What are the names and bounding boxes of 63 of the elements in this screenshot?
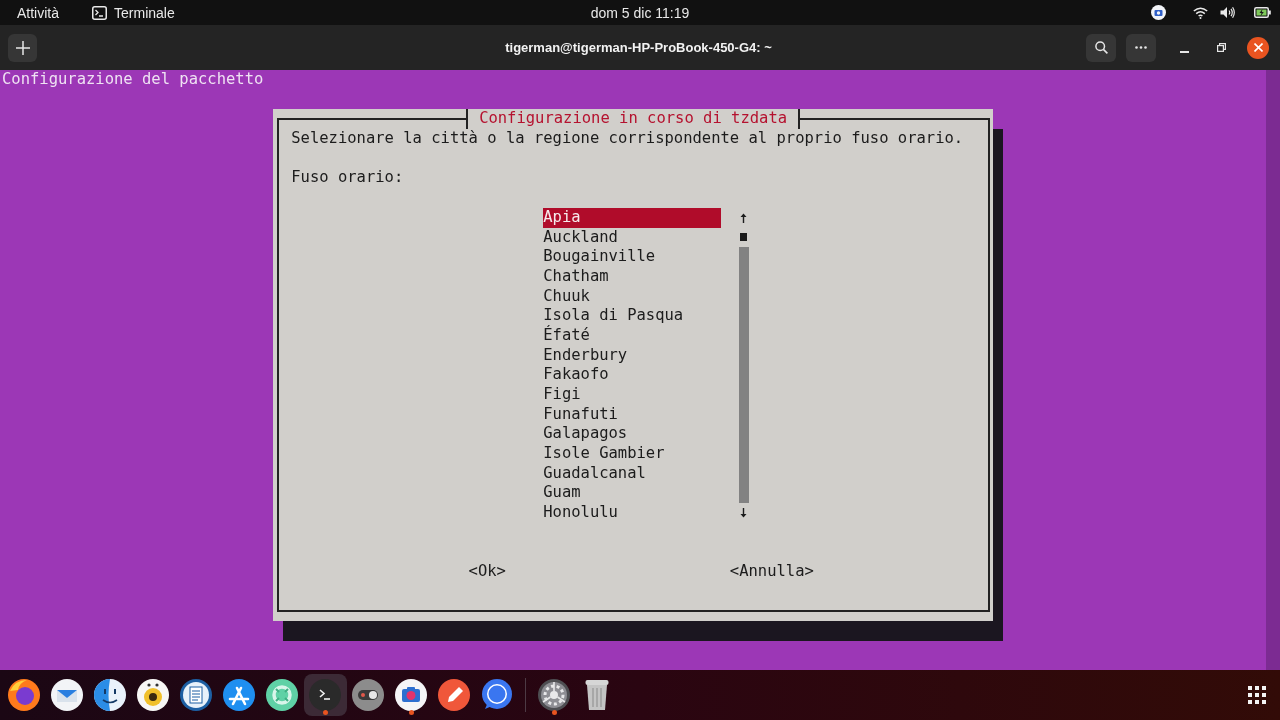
volume-icon[interactable] (1220, 6, 1235, 19)
search-button[interactable] (1086, 33, 1116, 62)
restore-icon (1216, 43, 1226, 52)
timezone-list-item[interactable]: Isole Gambier (543, 444, 721, 464)
show-apps-button[interactable] (1248, 686, 1266, 704)
camera-icon[interactable] (1151, 5, 1166, 20)
window-title: tigerman@tigerman-HP-ProBook-450-G4: ~ (505, 40, 772, 55)
software-store-icon (222, 678, 256, 712)
minimize-icon (1179, 50, 1189, 53)
scrollbar-track[interactable] (739, 247, 749, 504)
terminal-icon (308, 678, 342, 712)
more-icon (1135, 46, 1147, 49)
pencil-icon (437, 678, 471, 712)
timezone-list-item[interactable]: Funafuti (543, 404, 721, 425)
chat-bubble-icon (480, 678, 514, 712)
face-icon (93, 678, 127, 712)
arrow-up-icon (740, 212, 748, 223)
toggle-icon (351, 678, 385, 712)
clock[interactable]: dom 5 dic 11:19 (590, 4, 690, 21)
camera-icon (394, 678, 428, 712)
dialog-title: Configurazione in corso di tzdata (466, 109, 801, 130)
timezone-list-item[interactable]: Fakaofo (543, 365, 721, 385)
timezone-list-item[interactable]: Apia (543, 207, 721, 228)
document-icon (179, 678, 213, 712)
ok-button[interactable]: <Ok> (468, 562, 506, 583)
terminal-output-line: Configurazione del pacchetto (2, 70, 264, 90)
timezone-list-item[interactable]: Chatham (543, 266, 721, 287)
timezone-list-item[interactable]: Guam (543, 483, 721, 504)
settings-icon (537, 678, 571, 712)
terminal-scrollbar[interactable] (1266, 70, 1280, 670)
menu-button[interactable] (1126, 33, 1156, 62)
timezone-list-item[interactable]: Guadalcanal (543, 463, 721, 484)
arrow-down-icon (740, 508, 748, 519)
app-menu-button[interactable]: Terminale (92, 4, 175, 21)
wifi-icon[interactable] (1193, 6, 1208, 19)
app-menu-label: Terminale (114, 4, 175, 21)
scrollbar-thumb[interactable] (740, 233, 748, 242)
trash-icon (585, 679, 609, 711)
new-tab-button[interactable] (8, 33, 37, 62)
timezone-list-item[interactable]: Figi (543, 385, 721, 405)
terminal-icon (92, 5, 107, 20)
close-icon (1253, 43, 1263, 52)
timezone-list-item[interactable]: Enderbury (543, 345, 721, 366)
timezone-list-item[interactable]: Chuuk (543, 286, 721, 307)
lifebuoy-icon (265, 678, 299, 712)
envelope-icon (50, 678, 84, 712)
timezone-list-item[interactable]: Galapagos (543, 424, 721, 445)
list-label: Fuso orario: (291, 168, 404, 189)
plus-icon (15, 40, 30, 55)
timezone-list-item[interactable]: Éfaté (543, 325, 721, 346)
timezone-list-item[interactable]: Bougainville (543, 247, 721, 267)
globe-icon (7, 678, 41, 712)
timezone-list-item[interactable]: Honolulu (543, 503, 721, 523)
timezone-list-item[interactable]: Isola di Pasqua (543, 306, 721, 326)
speaker-icon (136, 678, 170, 712)
activities-button[interactable]: Attività (17, 4, 59, 21)
battery-icon[interactable] (1254, 7, 1271, 18)
dialog-description: Selezionare la città o la regione corrispondente al proprio fuso orario. (291, 129, 964, 149)
app-grid-icon (1248, 686, 1266, 704)
search-icon (1094, 41, 1108, 54)
close-button[interactable] (1247, 36, 1269, 59)
cancel-button[interactable]: <Annulla> (729, 562, 814, 583)
timezone-list-item[interactable]: Auckland (543, 227, 721, 248)
